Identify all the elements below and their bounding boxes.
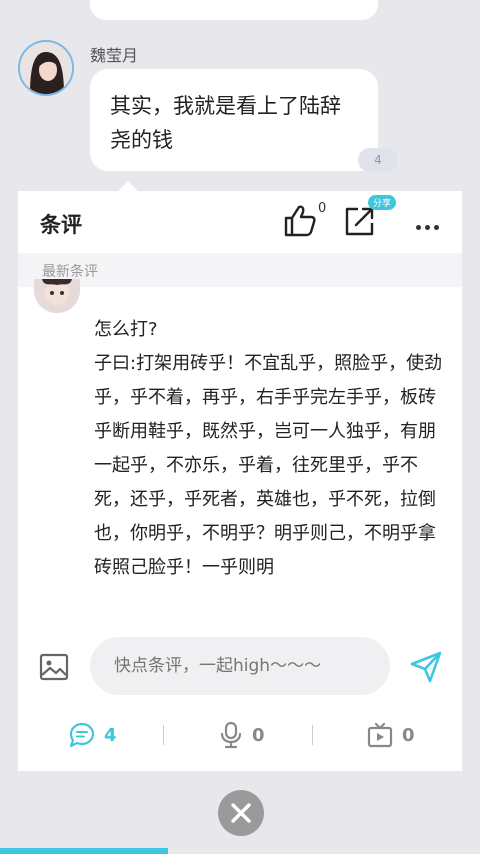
panel-title: 条评	[40, 213, 82, 237]
comment-panel: 条评 0 分享 最新条评 怎么打? 子曰:打架用砖乎！不宜乱乎，照脸乎，使劲乎，…	[18, 191, 462, 771]
dot-icon	[434, 225, 439, 230]
tab-divider	[312, 725, 313, 745]
dot-icon	[425, 225, 430, 230]
video-icon	[367, 722, 393, 748]
avatar[interactable]	[18, 40, 74, 96]
message-bubble[interactable]: 其实，我就是看上了陆辞尧的钱	[90, 69, 378, 171]
tab-count: 4	[104, 724, 117, 746]
reply-count-badge[interactable]: 4	[358, 148, 398, 172]
like-count: 0	[318, 201, 327, 216]
more-options-button[interactable]	[416, 215, 446, 230]
tab-video[interactable]: 0	[366, 715, 415, 755]
tab-voice[interactable]: 0	[218, 715, 265, 755]
send-icon	[410, 651, 442, 683]
panel-pointer	[118, 181, 138, 191]
panel-header: 条评 0 分享	[18, 191, 462, 253]
comment-text: 怎么打? 子曰:打架用砖乎！不宜乱乎，照脸乎，使劲乎，乎不着，再乎，右手乎完左手…	[94, 319, 443, 578]
progress-fill	[0, 848, 168, 854]
tab-comments[interactable]: 4	[68, 715, 117, 755]
close-button[interactable]	[218, 790, 264, 836]
progress-bar	[0, 848, 480, 854]
input-bar: 4 0 0	[18, 627, 462, 771]
comment-icon	[69, 722, 95, 748]
thumbs-up-icon	[284, 205, 316, 237]
microphone-icon	[220, 721, 242, 749]
tab-count: 0	[252, 724, 265, 746]
image-button[interactable]	[38, 651, 70, 683]
sender-name: 魏莹月	[90, 46, 139, 65]
comment-avatar[interactable]	[34, 279, 80, 313]
tab-row: 4 0 0	[18, 715, 462, 755]
dot-icon	[416, 225, 421, 230]
section-label: 最新条评	[42, 264, 98, 280]
share-tag: 分享	[368, 195, 397, 210]
tab-count: 0	[402, 724, 415, 746]
comment-input[interactable]	[90, 637, 390, 695]
close-icon	[231, 803, 251, 823]
previous-message-bubble	[90, 0, 378, 20]
image-icon	[39, 653, 69, 681]
section-bar: 最新条评	[18, 253, 462, 287]
send-button[interactable]	[408, 649, 444, 685]
tab-divider	[163, 725, 164, 745]
